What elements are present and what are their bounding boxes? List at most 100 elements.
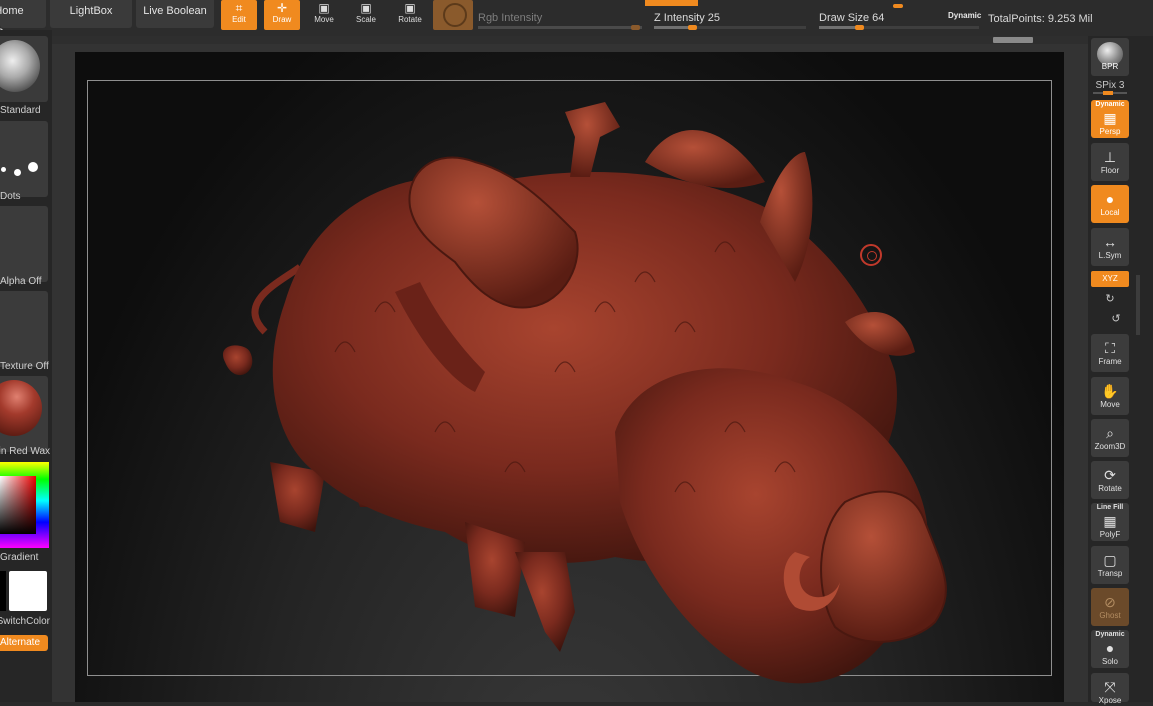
scale-label: Scale: [355, 15, 376, 24]
rgb-intensity-knob[interactable]: [631, 25, 640, 30]
texture-selector[interactable]: [0, 291, 48, 367]
material-sphere-icon: [443, 3, 467, 27]
standard-brush-icon: [0, 40, 40, 92]
rotate-button[interactable]: ▣ Rotate: [392, 0, 428, 30]
transp-label: Transp: [1097, 569, 1123, 578]
horizontal-scrollbar[interactable]: [993, 37, 1033, 43]
move-icon: ▣: [318, 1, 330, 15]
secondary-color-swatch[interactable]: [9, 571, 47, 611]
move-view-button[interactable]: ✋ Move: [1091, 377, 1129, 415]
main-color-swatch[interactable]: [0, 571, 6, 611]
dot-icon: [14, 169, 21, 176]
lightbox-button[interactable]: LightBox: [50, 0, 132, 28]
brush-label: Standard: [0, 105, 41, 116]
rotate-view-button[interactable]: ⟳ Rotate: [1091, 461, 1129, 499]
move-view-label: Move: [1100, 400, 1120, 409]
ghost-button[interactable]: ⊘ Ghost: [1091, 588, 1129, 626]
zadd-button[interactable]: [645, 0, 698, 6]
move-label: Move: [314, 15, 334, 24]
stroke-label: Dots: [0, 191, 21, 202]
tail-tuft: [222, 345, 253, 376]
ghost-icon: ⊘: [1104, 594, 1116, 610]
zoom3d-button[interactable]: ⌕ Zoom3D: [1091, 419, 1129, 457]
rgb-intensity-label: Rgb Intensity: [478, 12, 543, 24]
zoom3d-label: Zoom3D: [1094, 442, 1126, 451]
persp-label: Persp: [1099, 127, 1121, 136]
alpha-selector[interactable]: [0, 206, 48, 282]
top-toolbar: Home Page LightBox Live Boolean ⌗ Edit ✛…: [0, 0, 1153, 39]
switch-color-label[interactable]: SwitchColor: [0, 616, 50, 627]
polyf-button[interactable]: Line Fill ▦ PolyF: [1091, 503, 1129, 541]
alternate-button[interactable]: Alternate: [0, 635, 48, 651]
brush-selector[interactable]: [0, 36, 48, 102]
draw-size-fill: [819, 26, 860, 29]
local-label: Local: [1100, 208, 1120, 217]
local-icon: ●: [1105, 191, 1115, 207]
canvas-top-strip: [52, 36, 1088, 44]
alternate-label: Alternate: [0, 637, 41, 648]
scale-icon: ▣: [360, 1, 372, 15]
rotate-icon: ▣: [404, 1, 416, 15]
dynamic-toggle[interactable]: Dynamic: [948, 11, 981, 20]
dot-icon: [28, 162, 38, 172]
draw-icon: ✛: [276, 1, 288, 15]
floor-icon: ⊥: [1103, 149, 1117, 165]
rotate-view-label: Rotate: [1098, 484, 1122, 493]
bpr-button[interactable]: BPR: [1091, 38, 1129, 76]
live-boolean-button[interactable]: Live Boolean: [136, 0, 214, 28]
rotate-label: Rotate: [398, 15, 422, 24]
color-picker[interactable]: [0, 462, 49, 548]
saddle-horn: [565, 102, 620, 177]
local-button[interactable]: ● Local: [1091, 185, 1129, 223]
lsym-button[interactable]: ↔ L.Sym: [1091, 228, 1129, 266]
color-saturation-square[interactable]: [0, 476, 36, 534]
material-mode-button[interactable]: [433, 0, 473, 30]
frame-label: Frame: [1098, 357, 1122, 366]
floor-button[interactable]: ⊥ Floor: [1091, 143, 1129, 181]
live-boolean-label: Live Boolean: [143, 5, 207, 17]
rgb-intensity-slider[interactable]: [478, 25, 642, 30]
ghost-label: Ghost: [1099, 611, 1121, 620]
z-intensity-slider[interactable]: [654, 25, 806, 30]
solo-label: Solo: [1101, 657, 1118, 666]
material-selector[interactable]: [0, 376, 48, 452]
scale-button[interactable]: ▣ Scale: [348, 0, 384, 30]
bpr-label: BPR: [1101, 62, 1119, 71]
stroke-selector[interactable]: [0, 121, 48, 197]
boar-sculpt[interactable]: [75, 52, 1064, 702]
z-intensity-knob[interactable]: [688, 25, 697, 30]
spix-slider[interactable]: [1093, 91, 1127, 95]
draw-label: Draw: [272, 15, 292, 24]
transp-button[interactable]: ▢ Transp: [1091, 546, 1129, 584]
xyz-label: XYZ: [1102, 274, 1118, 283]
frame-button[interactable]: ⛶ Frame: [1091, 334, 1129, 372]
focal-shift-knob[interactable]: [893, 4, 903, 8]
draw-size-slider[interactable]: [819, 25, 979, 30]
line-fill-label: Line Fill: [1096, 504, 1124, 511]
material-sphere-icon: [0, 380, 42, 436]
home-page-button[interactable]: Home Page: [0, 0, 46, 39]
solo-button[interactable]: Dynamic ● Solo: [1091, 630, 1129, 668]
xpose-button[interactable]: ⤧ Xpose: [1091, 673, 1129, 705]
rotate-view-icon: ⟳: [1104, 467, 1116, 483]
rotate-z-icon[interactable]: ↺: [1097, 312, 1135, 325]
edit-button[interactable]: ⌗ Edit: [221, 0, 257, 30]
move-button[interactable]: ▣ Move: [306, 0, 342, 30]
frame-icon: ⛶: [1105, 340, 1115, 356]
lightbox-label: LightBox: [69, 5, 113, 17]
polyframe-grid-icon: ▦: [1103, 513, 1117, 529]
rotate-y-icon[interactable]: ↻: [1091, 292, 1129, 305]
xyz-button[interactable]: XYZ: [1091, 271, 1129, 287]
rgb-intensity-fill: [478, 26, 642, 29]
spix-knob[interactable]: [1103, 91, 1113, 95]
draw-size-knob[interactable]: [855, 25, 865, 30]
draw-size-label: Draw Size 64: [819, 12, 885, 24]
polyf-label: PolyF: [1099, 530, 1121, 539]
solo-dynamic-label: Dynamic: [1095, 631, 1125, 638]
z-intensity-label: Z Intensity 25: [654, 12, 721, 24]
magnifier-icon: ⌕: [1106, 425, 1114, 441]
draw-button[interactable]: ✛ Draw: [264, 0, 300, 30]
right-shelf-scrollbar[interactable]: [1136, 275, 1140, 335]
spix-label[interactable]: SPix 3: [1091, 80, 1129, 91]
persp-button[interactable]: Dynamic ▦ Persp: [1091, 100, 1129, 138]
